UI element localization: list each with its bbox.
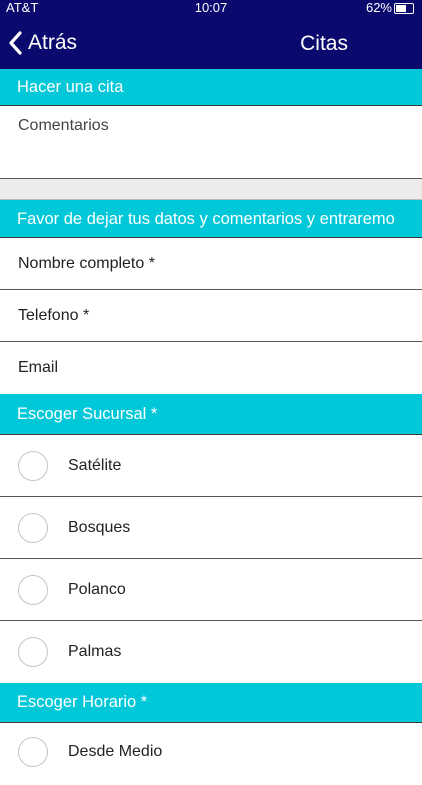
schedule-section-header: Escoger Horario * bbox=[0, 683, 422, 723]
branch-option-label: Bosques bbox=[68, 518, 131, 536]
schedule-option[interactable]: Desde Medio bbox=[0, 723, 422, 785]
radio-button[interactable] bbox=[18, 512, 48, 543]
radio-button[interactable] bbox=[18, 637, 48, 667]
radio-button[interactable] bbox=[18, 574, 48, 605]
back-label: Atrás bbox=[28, 31, 78, 54]
branch-option-satelite[interactable]: Satélite bbox=[0, 435, 422, 497]
status-time: 10:07 bbox=[194, 0, 228, 15]
radio-button[interactable] bbox=[18, 737, 48, 767]
battery-percent: 62% bbox=[365, 0, 392, 15]
branch-section-header: Escoger Sucursal * bbox=[0, 394, 422, 435]
phone-placeholder: Telefono * bbox=[18, 307, 90, 324]
section-spacer bbox=[0, 179, 422, 200]
page-title: Citas bbox=[300, 32, 348, 55]
navigation-bar: Atrás Citas bbox=[0, 18, 422, 69]
phone-field[interactable]: Telefono * bbox=[0, 290, 422, 342]
schedule-option-label: Desde Medio bbox=[68, 743, 163, 760]
contact-section-header: Favor de dejar tus datos y comentarios y… bbox=[0, 200, 422, 238]
branch-option-label: Polanco bbox=[68, 580, 126, 598]
branch-option-label: Satélite bbox=[68, 456, 122, 474]
full-name-field[interactable]: Nombre completo * bbox=[0, 238, 422, 290]
email-placeholder: Email bbox=[18, 359, 59, 376]
appointment-section-header: Hacer una cita bbox=[0, 69, 422, 106]
full-name-placeholder: Nombre completo * bbox=[18, 255, 155, 272]
branch-option-bosques[interactable]: Bosques bbox=[0, 497, 422, 559]
back-button[interactable]: Atrás bbox=[8, 28, 77, 58]
email-field[interactable]: Email bbox=[0, 342, 422, 394]
branch-option-label: Palmas bbox=[68, 643, 122, 660]
status-bar: AT&T 10:07 62% bbox=[0, 0, 422, 18]
comments-field[interactable]: Comentarios bbox=[0, 106, 422, 179]
chevron-left-icon bbox=[9, 31, 22, 55]
branch-option-polanco[interactable]: Polanco bbox=[0, 559, 422, 621]
comments-placeholder: Comentarios bbox=[18, 117, 109, 134]
radio-button[interactable] bbox=[18, 450, 48, 481]
battery-icon bbox=[394, 3, 414, 14]
branch-option-palmas[interactable]: Palmas bbox=[0, 621, 422, 683]
